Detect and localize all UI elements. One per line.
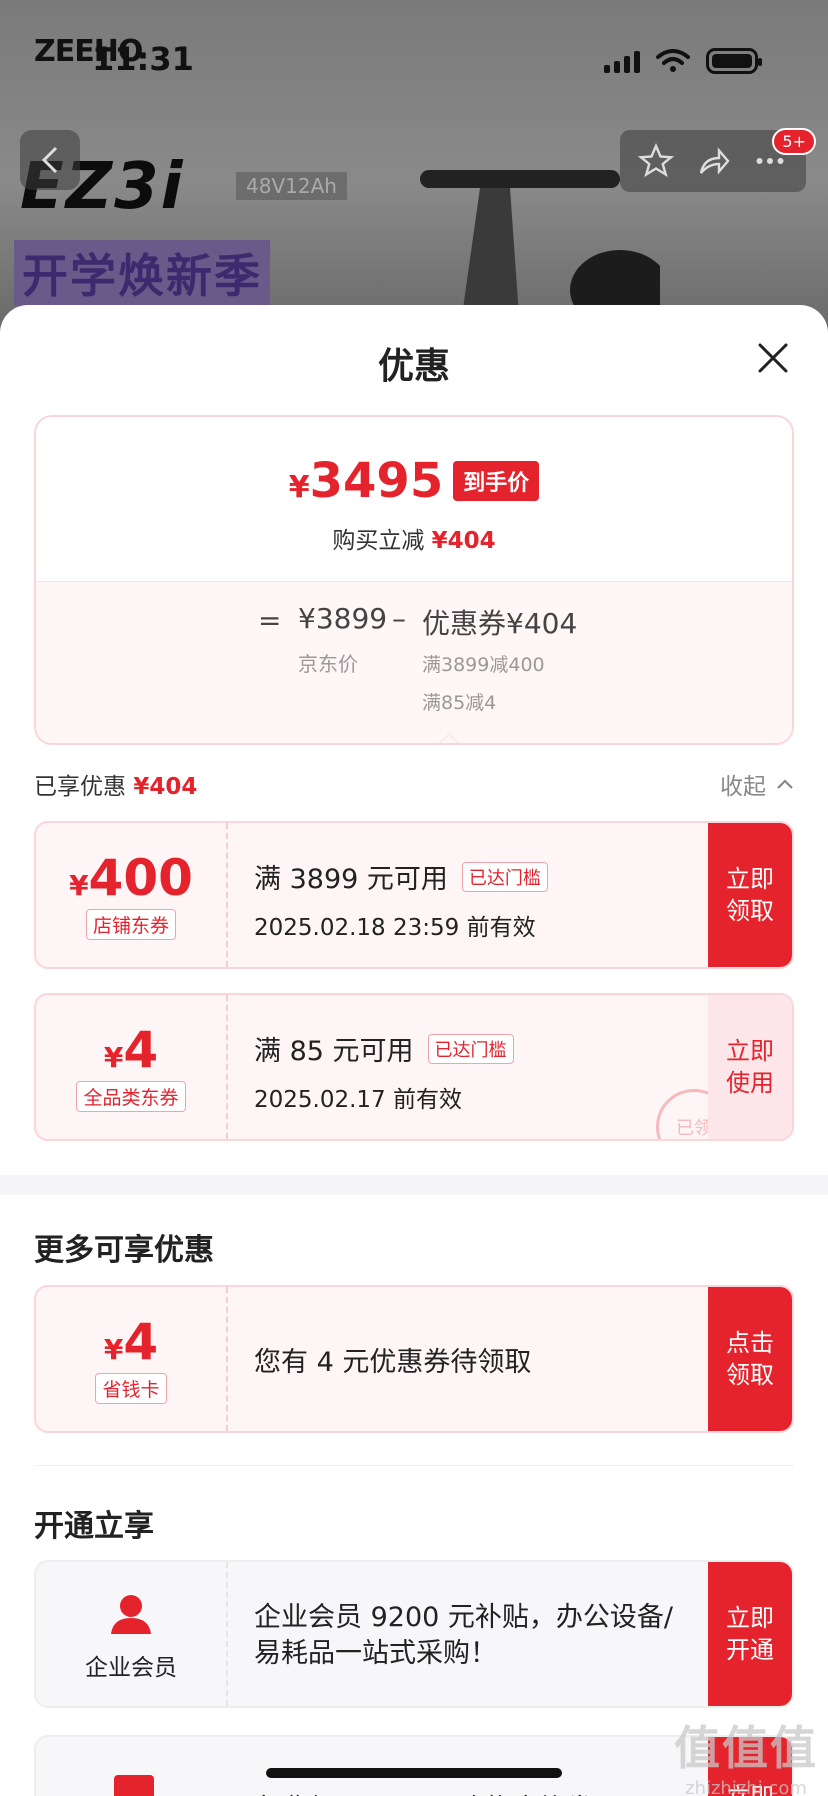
coupon-type: 省钱卡 <box>95 1373 167 1404</box>
gift-icon <box>114 1775 154 1796</box>
member-description: 企业会员 9200 元补贴，办公设备/易耗品一站式采购！ <box>254 1602 673 1669</box>
coupon-rule-1: 满3899减400 <box>422 654 545 676</box>
use-coupon-button[interactable]: 立即使用 <box>708 995 792 1139</box>
enjoyed-discount-row: 已享优惠 ¥404 收起 <box>34 767 794 801</box>
saving-card-coupon: ¥4 省钱卡 您有 4 元优惠券待领取 点击领取 <box>34 1285 794 1433</box>
minus-sign: – <box>392 602 406 635</box>
coupon-value: ¥400 店铺东券 <box>36 823 228 967</box>
open-membership-button[interactable]: 立即开通 <box>708 1562 792 1706</box>
final-price: ¥3495 <box>288 453 444 509</box>
back-arrow-icon <box>41 146 58 174</box>
saving-card-text: 您有 4 元优惠券待领取 <box>254 1346 532 1378</box>
battery-icon <box>706 48 762 74</box>
coupon-card: ¥4 全品类东券 满 85 元可用 已达门槛 2025.02.17 前有效 已领… <box>34 993 794 1141</box>
favorite-star-icon[interactable] <box>638 143 675 179</box>
price-breakdown-card: ¥3495 到手价 购买立减 ¥404 = ¥3899 – 优惠券¥404 京东… <box>34 415 794 745</box>
back-button[interactable] <box>20 130 80 190</box>
section-divider <box>0 1175 828 1195</box>
price-calculation-section: = ¥3899 – 优惠券¥404 京东价 满3899减400 满85减4 <box>36 581 792 743</box>
sheet-title: 优惠 <box>377 346 450 387</box>
threshold-badge: 已达门槛 <box>461 861 548 892</box>
product-spec: 48V12Ah <box>236 172 347 200</box>
discount-sheet: 优惠 ¥3495 到手价 购买立减 ¥404 = ¥3899 – 优惠券¥404… <box>0 305 828 1796</box>
final-price-section: ¥3495 到手价 购买立减 ¥404 <box>36 417 792 581</box>
jd-price: ¥3899 <box>298 602 388 635</box>
threshold-badge: 已达门槛 <box>427 1033 514 1064</box>
equals-sign: = <box>258 604 282 637</box>
member-label: 企业会员 <box>85 1655 177 1681</box>
signal-icon <box>604 49 640 73</box>
coupon-value: ¥4 全品类东券 <box>36 995 228 1139</box>
home-indicator <box>266 1768 562 1778</box>
watermark: 值值值 zhizhizhi.com <box>674 1721 818 1796</box>
message-badge: 5+ <box>772 128 816 155</box>
collapse-button[interactable]: 收起 <box>720 767 794 801</box>
coupon-card: ¥400 店铺东券 满 3899 元可用 已达门槛 2025.02.18 23:… <box>34 821 794 969</box>
gift-text: 免费领取 100 元购物金礼券 <box>254 1787 593 1796</box>
final-price-tag: 到手价 <box>453 461 540 501</box>
wifi-icon <box>656 49 690 72</box>
reduce-summary: 购买立减 ¥404 <box>332 528 496 554</box>
claim-coupon-button[interactable]: 立即领取 <box>708 823 792 967</box>
user-icon <box>111 1595 151 1634</box>
coupon-type: 店铺东券 <box>85 909 176 940</box>
chevron-up-icon <box>777 779 793 789</box>
coupon-condition: 满 85 元可用 <box>254 1036 414 1067</box>
promo-title: 开学焕新季 <box>14 240 270 306</box>
jd-price-label: 京东价 <box>298 652 358 676</box>
coupon-total: 优惠券¥404 <box>422 607 578 640</box>
coupon-validity: 2025.02.17 前有效 <box>254 1087 462 1113</box>
enjoyed-label: 已享优惠 ¥404 <box>34 774 198 800</box>
coupon-condition: 满 3899 元可用 <box>254 864 448 895</box>
open-benefits-title: 开通立享 <box>34 1509 154 1544</box>
coupon-validity: 2025.02.18 23:59 前有效 <box>254 915 536 941</box>
status-time: 11:31 <box>92 40 194 78</box>
enterprise-member-card: 企业会员 企业会员 9200 元补贴，办公设备/易耗品一站式采购！ 立即开通 <box>34 1560 794 1708</box>
coupon-value: ¥4 省钱卡 <box>36 1287 228 1431</box>
click-claim-button[interactable]: 点击领取 <box>708 1287 792 1431</box>
status-icons <box>604 48 762 74</box>
divider-line <box>34 1465 794 1466</box>
coupon-rule-2: 满85减4 <box>422 692 497 714</box>
close-icon[interactable] <box>756 341 790 375</box>
product-background: ZEEHO 11:31 EZ3i 48V12Ah 开学焕新季 5+ <box>0 0 828 330</box>
coupon-type: 全品类东券 <box>76 1081 186 1112</box>
more-discounts-title: 更多可享优惠 <box>34 1233 214 1268</box>
share-icon[interactable] <box>695 143 731 179</box>
